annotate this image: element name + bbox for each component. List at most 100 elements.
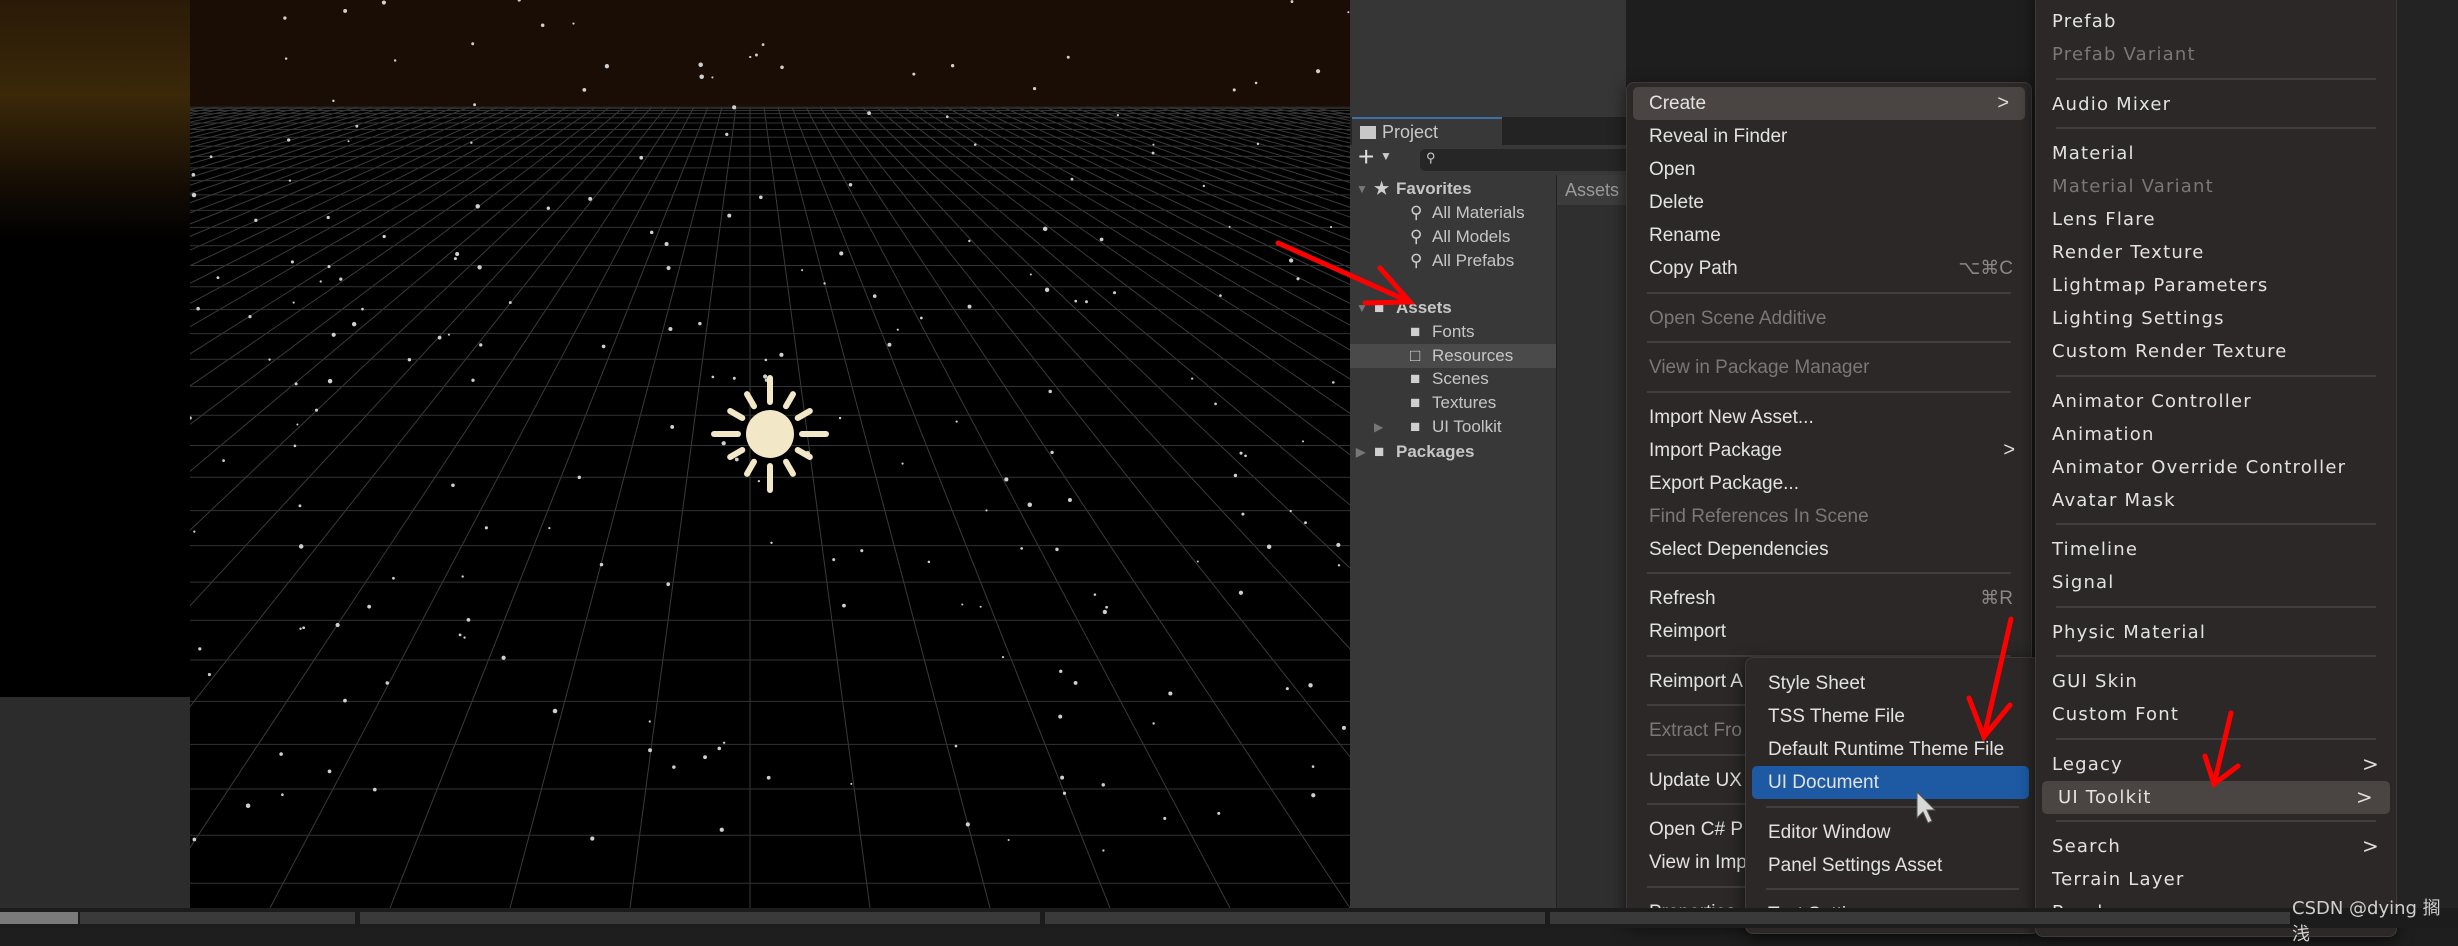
menu-item-label: Reimport A	[1649, 670, 1743, 692]
search-input[interactable]: ⚲	[1420, 149, 1640, 171]
menu-item-copy-path[interactable]: Copy Path ⌥⌘C	[1627, 252, 2031, 285]
menu-item-rename[interactable]: Rename	[1627, 219, 2031, 252]
tree-item[interactable]: ■ Textures	[1350, 391, 1556, 415]
tree-item[interactable]: ⚲ All Materials	[1350, 201, 1556, 225]
shortcut-label: ⌥⌘C	[1958, 258, 2013, 279]
tree-item[interactable]: ▼ ★ Favorites	[1350, 177, 1556, 201]
menu-item-style-sheet[interactable]: Style Sheet	[1746, 667, 2039, 700]
tree-item[interactable]: □ Resources	[1350, 344, 1556, 368]
menu-item-import-package[interactable]: Import Package >	[1627, 434, 2031, 467]
menu-item-lighting-settings[interactable]: Lighting Settings	[2036, 302, 2396, 335]
menu-item-animator-controller[interactable]: Animator Controller	[2036, 385, 2396, 418]
star	[955, 420, 958, 423]
star	[190, 416, 192, 420]
menu-item-import-new-asset[interactable]: Import New Asset...	[1627, 401, 2031, 434]
menu-item-avatar-mask[interactable]: Avatar Mask	[2036, 484, 2396, 517]
star	[298, 504, 302, 508]
tree-item-label: Scenes	[1432, 369, 1489, 388]
menu-item-label: Rename	[1649, 225, 1721, 246]
menu-item-signal[interactable]: Signal	[2036, 566, 2396, 599]
menu-item-delete[interactable]: Delete	[1627, 186, 2031, 219]
menu-item-terrain-layer[interactable]: Terrain Layer	[2036, 863, 2396, 896]
star	[1332, 381, 1335, 384]
star	[1099, 237, 1104, 242]
menu-item-find-references-in-scene[interactable]: Find References In Scene	[1627, 500, 2031, 533]
menu-item-ui-document[interactable]: UI Document	[1752, 766, 2029, 799]
menu-item-prefab[interactable]: Prefab	[2036, 5, 2396, 38]
add-button[interactable]: +	[1358, 141, 1374, 173]
menu-item-label: Update UX	[1649, 769, 1742, 791]
star	[1152, 722, 1155, 725]
menu-item-editor-window[interactable]: Editor Window	[1746, 816, 2039, 849]
menu-item-export-package[interactable]: Export Package...	[1627, 467, 2031, 500]
tree-item[interactable]: ▶ ■ UI Toolkit	[1350, 415, 1556, 439]
star	[912, 72, 916, 76]
menu-item-custom-render-texture[interactable]: Custom Render Texture	[2036, 335, 2396, 368]
menu-item-lightmap-parameters[interactable]: Lightmap Parameters	[2036, 269, 2396, 302]
tab-project[interactable]: Project	[1352, 117, 1502, 145]
menu-item-open-scene-additive[interactable]: Open Scene Additive	[1627, 302, 2031, 335]
menu-item-label: Lightmap Parameters	[2052, 275, 2269, 296]
menu-item-reimport[interactable]: Reimport	[1627, 615, 2031, 648]
folder-icon: ■	[1410, 393, 1421, 412]
menu-item-animation[interactable]: Animation	[2036, 418, 2396, 451]
menu-item-lens-flare[interactable]: Lens Flare	[2036, 203, 2396, 236]
star	[1296, 277, 1300, 281]
tree-item-label: All Models	[1432, 227, 1511, 246]
scene-view[interactable]	[190, 0, 1350, 908]
tree-item[interactable]: ▶ ■ Packages	[1350, 440, 1556, 464]
caret-down-icon[interactable]: ▼	[1356, 177, 1368, 201]
menu-item-gui-skin[interactable]: GUI Skin	[2036, 665, 2396, 698]
menu-item-material[interactable]: Material	[2036, 137, 2396, 170]
menu-item-custom-font[interactable]: Custom Font	[2036, 698, 2396, 731]
menu-item-physic-material[interactable]: Physic Material	[2036, 616, 2396, 649]
star	[582, 88, 587, 92]
menu-item-select-dependencies[interactable]: Select Dependencies	[1627, 533, 2031, 566]
star	[281, 793, 284, 797]
star	[1239, 451, 1243, 455]
menu-item-label: Prefab	[2052, 11, 2117, 32]
star	[1152, 143, 1155, 146]
menu-item-open[interactable]: Open	[1627, 153, 2031, 186]
star	[1102, 849, 1105, 852]
star	[896, 328, 899, 331]
menu-item-timeline[interactable]: Timeline	[2036, 533, 2396, 566]
menu-item-reveal-in-finder[interactable]: Reveal in Finder	[1627, 120, 2031, 153]
menu-item-view-in-package-manager[interactable]: View in Package Manager	[1627, 351, 2031, 384]
star	[326, 215, 330, 220]
assets-breadcrumb[interactable]: Assets	[1557, 175, 1626, 205]
star	[860, 549, 864, 553]
star	[193, 530, 196, 533]
tree-item[interactable]: ■ Scenes	[1350, 367, 1556, 391]
menu-item-tss-theme-file[interactable]: TSS Theme File	[1746, 700, 2039, 733]
caret-down-icon[interactable]: ▼	[1356, 296, 1368, 320]
chevron-down-icon[interactable]: ▼	[1380, 149, 1392, 163]
star	[717, 746, 722, 751]
menu-item-create[interactable]: Create >	[1633, 87, 2025, 120]
star	[367, 604, 372, 609]
menu-separator	[2056, 127, 2376, 130]
tree-item-label: Fonts	[1432, 322, 1475, 341]
menu-item-refresh[interactable]: Refresh ⌘R	[1627, 582, 2031, 615]
menu-item-render-texture[interactable]: Render Texture	[2036, 236, 2396, 269]
folder-icon: ■	[1410, 369, 1421, 388]
menu-item-prefab-variant[interactable]: Prefab Variant	[2036, 38, 2396, 71]
star	[1285, 687, 1289, 691]
menu-item-material-variant[interactable]: Material Variant	[2036, 170, 2396, 203]
caret-right-icon[interactable]: ▶	[1356, 440, 1365, 464]
star	[245, 803, 251, 809]
tree-item[interactable]: ⚲ All Models	[1350, 225, 1556, 249]
caret-right-icon[interactable]: ▶	[1374, 415, 1383, 439]
menu-item-audio-mixer[interactable]: Audio Mixer	[2036, 88, 2396, 121]
tree-item[interactable]: ■ Fonts	[1350, 320, 1556, 344]
star	[298, 544, 304, 549]
menu-item-animator-override-controller[interactable]: Animator Override Controller	[2036, 451, 2396, 484]
tree-item[interactable]: ⚲ All Prefabs	[1350, 249, 1556, 273]
menu-item-ui-toolkit[interactable]: UI Toolkit >	[2042, 780, 2390, 814]
menu-item-search[interactable]: Search >	[2036, 830, 2396, 863]
menu-item-default-runtime-theme-file[interactable]: Default Runtime Theme File	[1746, 733, 2039, 766]
menu-item-panel-settings-asset[interactable]: Panel Settings Asset	[1746, 849, 2039, 882]
menu-item-legacy[interactable]: Legacy >	[2036, 748, 2396, 781]
star	[666, 582, 671, 587]
tree-item[interactable]: ▼ ■ Assets	[1350, 296, 1556, 320]
